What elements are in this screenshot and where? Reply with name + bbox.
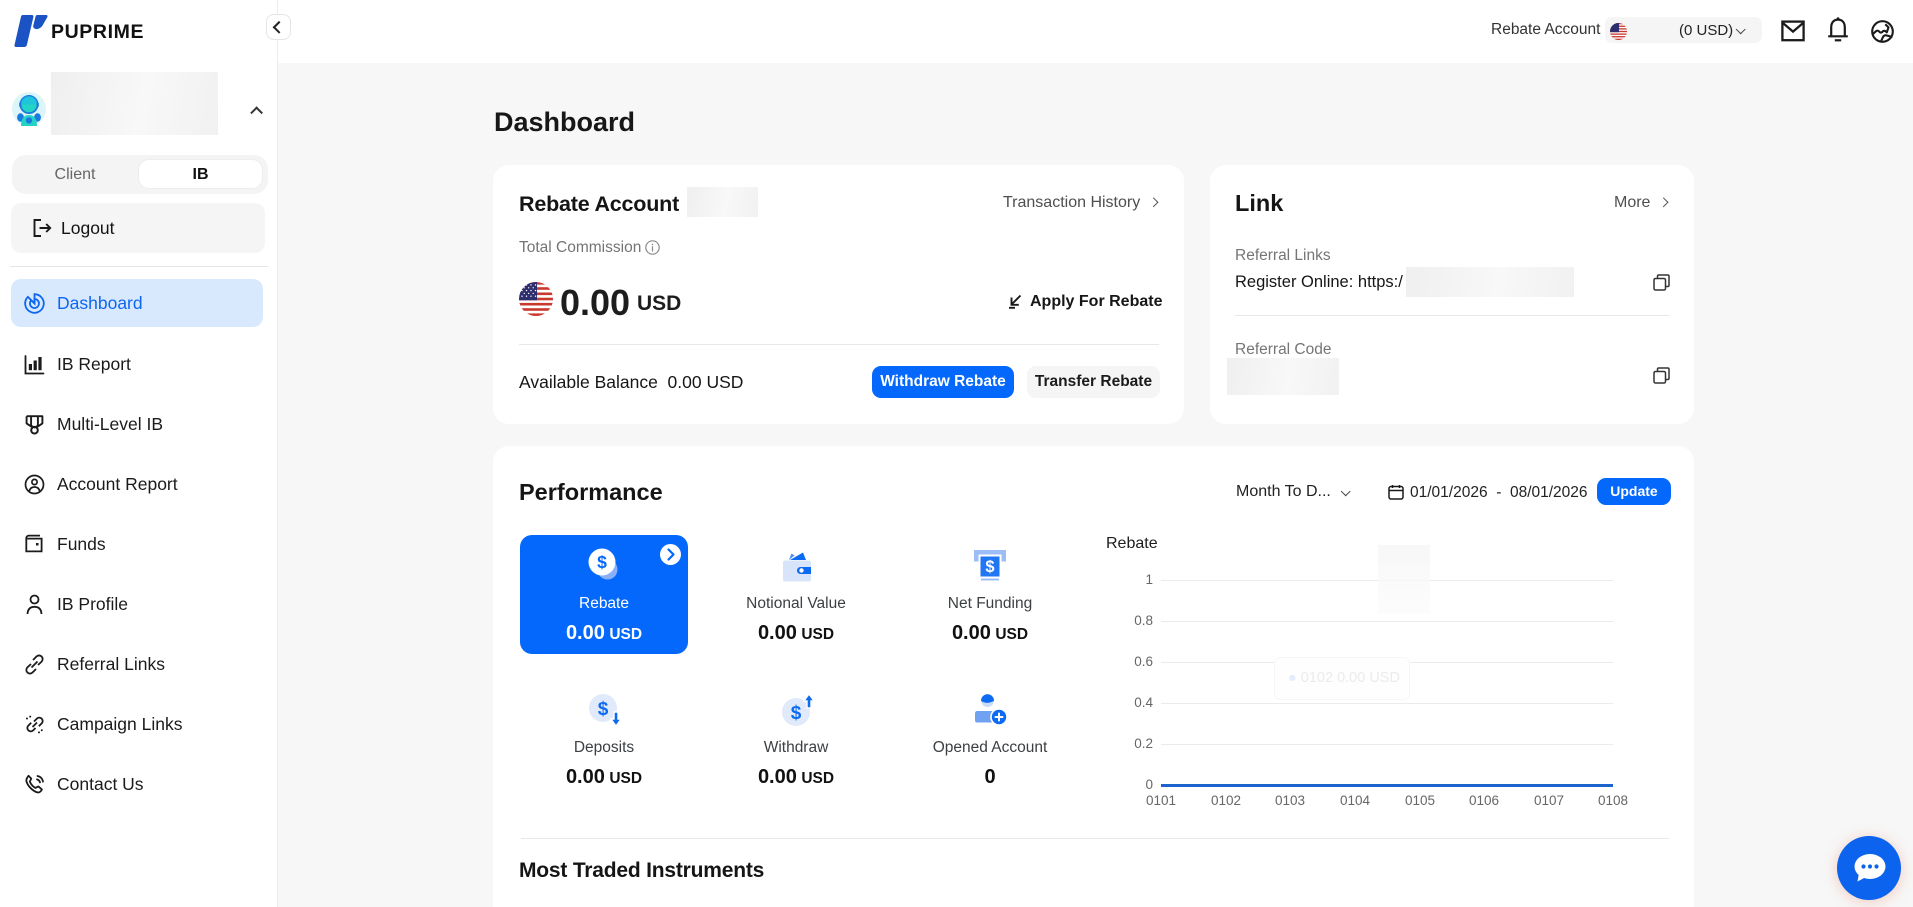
svg-text:$: $ — [791, 703, 802, 724]
svg-text:$: $ — [985, 558, 994, 576]
svg-text:$: $ — [598, 699, 609, 720]
svg-text:$: $ — [597, 552, 607, 572]
